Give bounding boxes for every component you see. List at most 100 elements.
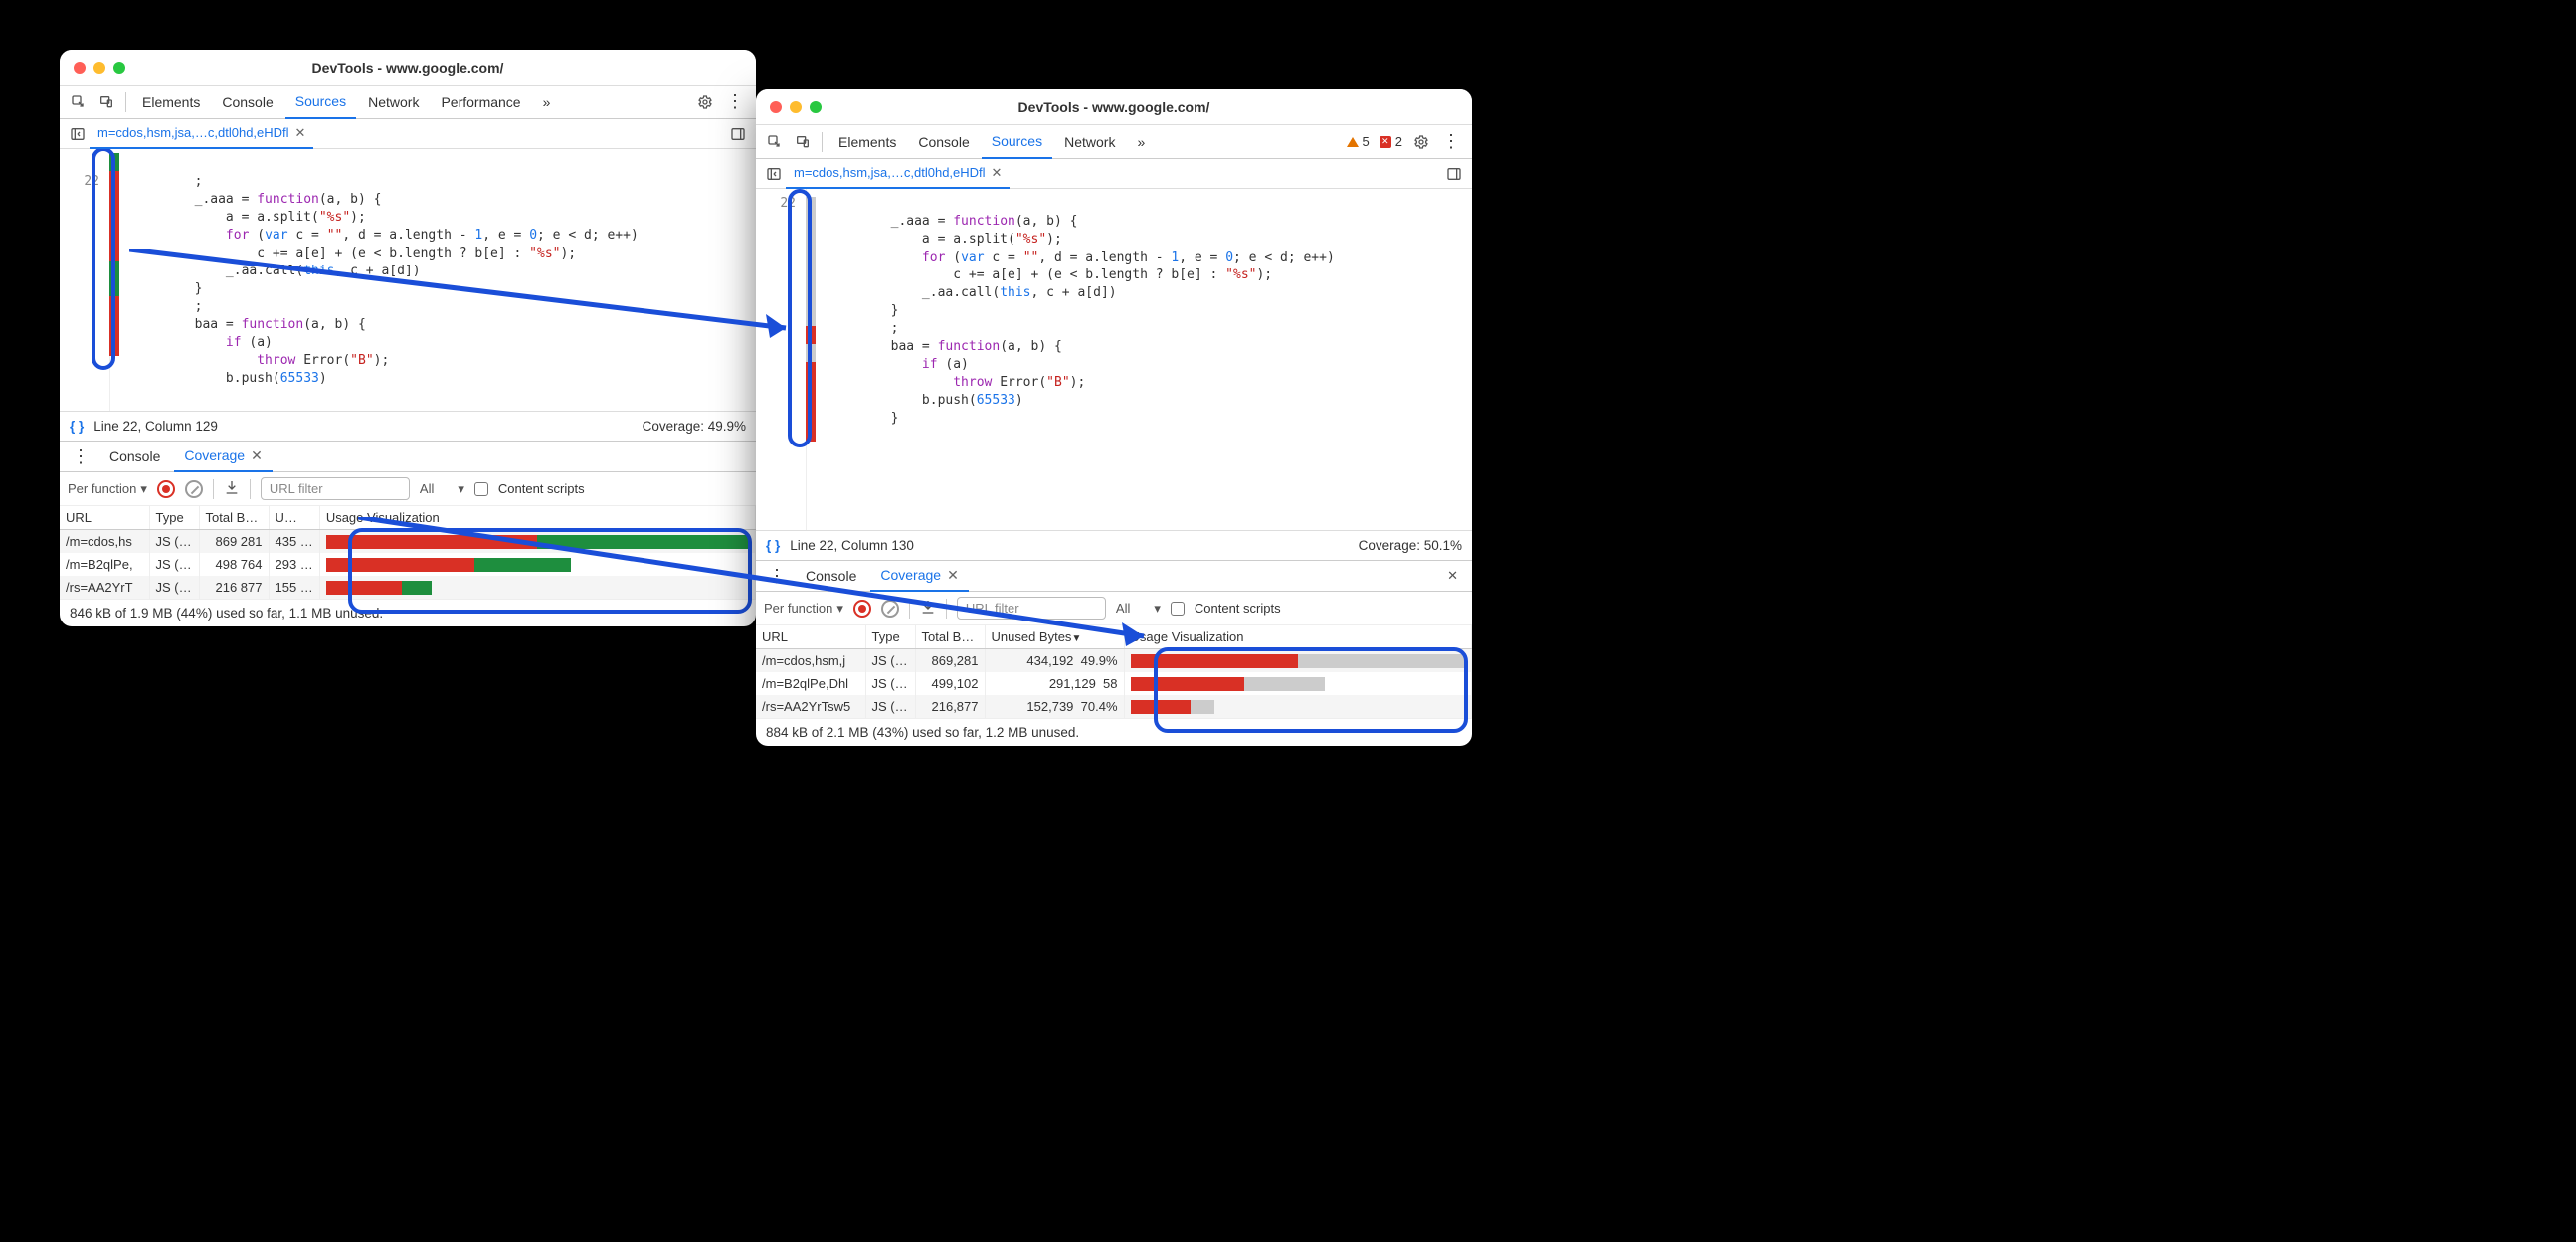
col-viz[interactable]: Usage Visualization [319,506,755,530]
tab-network[interactable]: Network [1054,125,1125,159]
show-navigator-icon[interactable] [66,122,90,146]
drawer-close-icon[interactable]: ✕ [1439,568,1466,584]
drawer-tabs: ⋮ Console Coverage ✕ [60,441,756,472]
url-filter-input[interactable]: URL filter [261,477,410,500]
coverage-percent: Coverage: 50.1% [1359,538,1462,553]
code-content: _.aaa = function(a, b) { a = a.split("%s… [806,189,1472,530]
device-toggle-icon[interactable] [790,129,816,155]
table-row[interactable]: /m=B2qlPe,JS (…498 764293 … [60,553,756,576]
code-editor[interactable]: 22 ; _.aaa = function(a, b) { a = a.spli… [60,149,756,411]
more-menu-icon[interactable]: ⋮ [720,91,750,112]
col-unused[interactable]: Unused Bytes▼ [985,625,1124,649]
drawer-tab-console[interactable]: Console [99,441,170,472]
content-scripts-label: Content scripts [1195,601,1281,616]
window-minimize-icon[interactable] [790,101,802,113]
col-url[interactable]: URL [756,625,865,649]
tabs-overflow[interactable]: » [1127,125,1155,159]
coverage-mode-select[interactable]: Per function ▾ [68,481,147,497]
tab-performance[interactable]: Performance [431,86,530,119]
cell-type: JS (… [149,576,199,599]
col-viz[interactable]: Usage Visualization [1124,625,1472,649]
cell-total: 869,281 [915,649,985,673]
drawer-tab-console[interactable]: Console [796,560,866,592]
table-row[interactable]: /m=cdos,hsJS (…869 281435 … [60,530,756,554]
file-tab[interactable]: m=cdos,hsm,jsa,…c,dtl0hd,eHDfl ✕ [786,159,1010,189]
tab-sources[interactable]: Sources [982,125,1052,159]
code-editor[interactable]: 22 _.aaa = function(a, b) { a = a.split(… [756,189,1472,530]
close-icon[interactable]: ✕ [251,447,263,464]
export-icon[interactable] [224,479,240,498]
cell-url: /m=cdos,hs [60,530,149,554]
file-tab-label: m=cdos,hsm,jsa,…c,dtl0hd,eHDfl [97,125,289,140]
coverage-footer: 884 kB of 2.1 MB (43%) used so far, 1.2 … [756,718,1472,746]
table-row[interactable]: /rs=AA2YrTJS (…216 877155 … [60,576,756,599]
settings-icon[interactable] [692,89,718,115]
inspect-icon[interactable] [762,129,788,155]
record-icon[interactable] [853,600,871,618]
window-zoom-icon[interactable] [810,101,822,113]
col-total[interactable]: Total B… [199,506,269,530]
content-scripts-checkbox[interactable] [1171,602,1185,616]
coverage-toolbar: Per function ▾ URL filter All ▾ Content … [60,472,756,506]
chevron-down-icon: ▾ [458,481,464,497]
window-close-icon[interactable] [770,101,782,113]
show-debugger-icon[interactable] [726,122,750,146]
pretty-print-icon[interactable]: { } [766,538,780,553]
drawer-more-icon[interactable]: ⋮ [762,566,792,587]
col-unused[interactable]: U… [269,506,319,530]
coverage-table: URL Type Total B… Unused Bytes▼ Usage Vi… [756,625,1472,718]
tab-elements[interactable]: Elements [828,125,906,159]
close-icon[interactable]: ✕ [992,165,1003,181]
close-icon[interactable]: ✕ [295,125,306,141]
drawer-tab-coverage[interactable]: Coverage ✕ [174,441,272,472]
clear-icon[interactable] [185,480,203,498]
window-close-icon[interactable] [74,62,86,74]
editor-statusbar: { } Line 22, Column 129 Coverage: 49.9% [60,411,756,441]
tab-network[interactable]: Network [358,86,429,119]
cell-viz [1124,672,1472,695]
inspect-icon[interactable] [66,89,92,115]
content-scripts-label: Content scripts [498,481,585,496]
device-toggle-icon[interactable] [93,89,119,115]
tabs-overflow[interactable]: » [533,86,561,119]
type-filter-select[interactable]: All ▾ [420,481,464,497]
table-row[interactable]: /m=cdos,hsm,jJS (…869,281434,192 49.9% [756,649,1472,673]
show-debugger-icon[interactable] [1442,162,1466,186]
record-icon[interactable] [157,480,175,498]
close-icon[interactable]: ✕ [947,567,959,584]
errors-badge[interactable]: ✕ 2 [1376,134,1406,149]
col-type[interactable]: Type [149,506,199,530]
clear-icon[interactable] [881,600,899,618]
titlebar: DevTools - www.google.com/ [756,89,1472,125]
divider [909,599,910,619]
cell-unused: 434,192 49.9% [985,649,1124,673]
url-filter-input[interactable]: URL filter [957,597,1106,620]
drawer-tab-label: Coverage [880,567,941,583]
col-url[interactable]: URL [60,506,149,530]
tab-console[interactable]: Console [908,125,979,159]
settings-icon[interactable] [1408,129,1434,155]
pretty-print-icon[interactable]: { } [70,419,84,434]
type-filter-select[interactable]: All ▾ [1116,601,1161,617]
export-icon[interactable] [920,599,936,618]
col-type[interactable]: Type [865,625,915,649]
window-minimize-icon[interactable] [93,62,105,74]
table-row[interactable]: /rs=AA2YrTsw5JS (…216,877152,739 70.4% [756,695,1472,718]
tab-console[interactable]: Console [212,86,282,119]
tab-elements[interactable]: Elements [132,86,210,119]
col-total[interactable]: Total B… [915,625,985,649]
file-tab[interactable]: m=cdos,hsm,jsa,…c,dtl0hd,eHDfl ✕ [90,119,313,149]
coverage-mode-select[interactable]: Per function ▾ [764,601,843,617]
show-navigator-icon[interactable] [762,162,786,186]
drawer-tab-coverage[interactable]: Coverage ✕ [870,560,968,592]
warnings-badge[interactable]: 5 [1343,134,1374,149]
more-menu-icon[interactable]: ⋮ [1436,131,1466,152]
window-zoom-icon[interactable] [113,62,125,74]
drawer-more-icon[interactable]: ⋮ [66,446,95,467]
table-row[interactable]: /m=B2qlPe,DhlJS (…499,102291,129 58 [756,672,1472,695]
cell-url: /rs=AA2YrT [60,576,149,599]
file-tabs: m=cdos,hsm,jsa,…c,dtl0hd,eHDfl ✕ [60,119,756,149]
tab-sources[interactable]: Sources [285,86,356,119]
cell-url: /m=B2qlPe, [60,553,149,576]
content-scripts-checkbox[interactable] [474,482,488,496]
